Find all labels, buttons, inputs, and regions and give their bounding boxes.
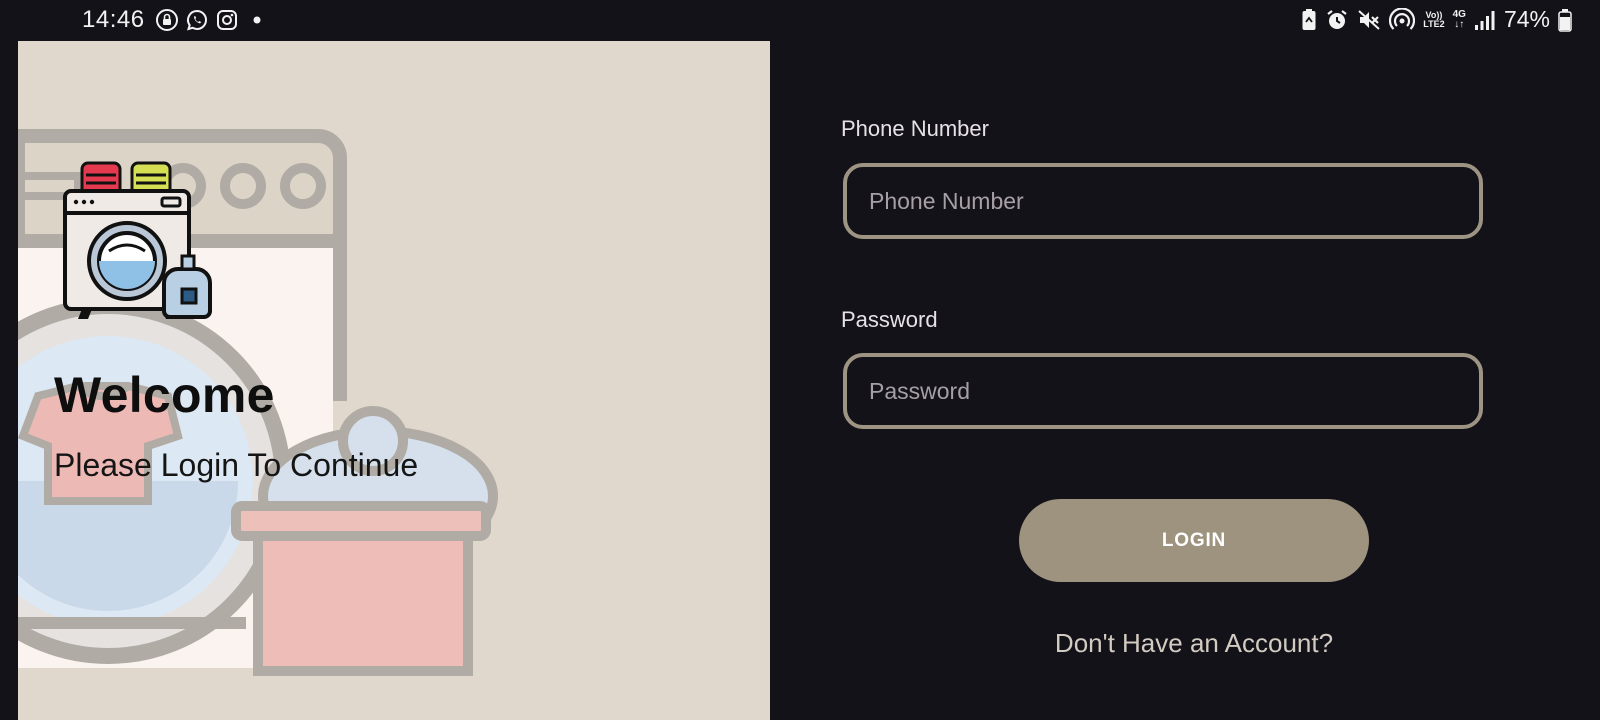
mute-icon [1357,8,1381,32]
status-time: 14:46 [82,6,145,33]
network-type: 4G [1452,8,1466,20]
hotspot-icon [1389,7,1416,32]
phone-number-label: Phone Number [841,116,989,141]
phone-number-input[interactable] [869,167,1459,235]
volte-line2: LTE2 [1423,18,1445,29]
laundry-logo-icon [63,161,212,319]
phone-number-field[interactable] [843,163,1483,239]
battery-icon [1558,8,1572,32]
password-label: Password [841,307,938,332]
whatsapp-icon [186,9,208,31]
signal-icon [1474,9,1496,31]
network-4g-icon: 4G ↓↑ [1452,8,1466,30]
status-notification-icons [156,9,262,31]
login-button[interactable]: LOGIN [1019,499,1369,582]
volte-icon: Vo)) LTE2 [1423,10,1445,29]
battery-saver-icon [1301,8,1317,32]
lock-icon [156,9,178,31]
password-field[interactable] [843,353,1483,429]
dot-icon [252,15,262,25]
instagram-icon [216,9,238,31]
welcome-subtitle: Please Login To Continue [54,447,419,483]
status-bar: 14:46 Vo)) LTE2 4G ↓↑ 74% [0,0,1600,41]
battery-percent: 74% [1503,6,1550,32]
password-input[interactable] [869,357,1459,425]
signup-link[interactable]: Don't Have an Account? [1019,628,1369,659]
alarm-icon [1325,8,1349,32]
welcome-title: Welcome [54,367,275,423]
data-arrows: ↓↑ [1454,18,1465,30]
welcome-panel: Welcome Please Login To Continue [18,41,770,720]
login-screen: 14:46 Vo)) LTE2 4G ↓↑ 74% Welcome Please… [0,0,1600,720]
status-system-icons: Vo)) LTE2 4G ↓↑ 74% [1301,6,1572,33]
